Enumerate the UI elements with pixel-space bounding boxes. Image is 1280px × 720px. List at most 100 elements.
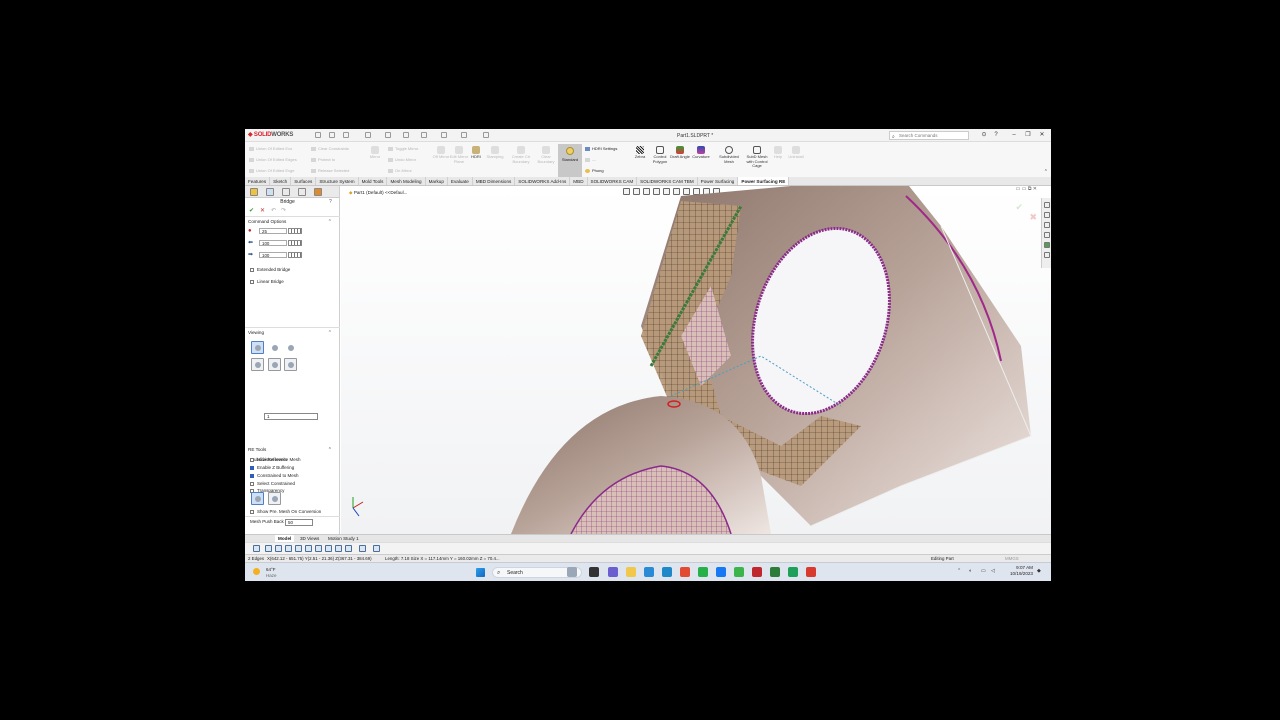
collapse-ribbon-icon[interactable]: ⌃ [1044, 169, 1048, 175]
display-mode-button[interactable] [268, 358, 281, 371]
appearances-icon[interactable] [1044, 242, 1050, 248]
measure-icon[interactable] [373, 545, 380, 552]
extended-bridge-checkbox[interactable] [250, 268, 254, 272]
microphone-icon[interactable]: ◐ [969, 568, 972, 574]
app-icon[interactable] [734, 567, 744, 577]
ribbon-command[interactable]: Union Of Edited Exge [249, 168, 294, 173]
draft-angle-button[interactable]: Draft Angle [669, 146, 691, 160]
facebook-icon[interactable] [716, 567, 726, 577]
new-icon[interactable] [329, 132, 335, 138]
standard-button[interactable]: Standard [558, 144, 582, 177]
mesh-model[interactable] [341, 186, 1051, 534]
mesh-push-back-input[interactable]: 50 [285, 519, 313, 526]
view-tool-icon[interactable] [359, 545, 366, 552]
subdivision-levels-input[interactable]: 1 [264, 413, 318, 420]
minimize-button[interactable]: – [1009, 131, 1019, 140]
option-value-3[interactable]: 100 [259, 252, 287, 258]
close-button[interactable]: ✕ [1037, 131, 1047, 140]
phong-button[interactable]: Phong [585, 168, 604, 173]
whatsapp-icon[interactable] [698, 567, 708, 577]
view-tool-icon[interactable] [305, 545, 312, 552]
undo-icon[interactable]: ↶ [271, 207, 276, 214]
slider-2[interactable] [288, 240, 302, 246]
view-tool-icon[interactable] [295, 545, 302, 552]
tab-evaluate[interactable]: Evaluate [448, 177, 473, 185]
mirror-button[interactable]: Mirror [364, 146, 386, 160]
command-options-header[interactable]: Command Options ⌃ [248, 219, 332, 225]
show-pre-mesh-checkbox[interactable] [250, 510, 254, 514]
stamping-button[interactable]: Stamping [484, 146, 506, 160]
configuration-manager-icon[interactable] [282, 188, 290, 196]
design-library-icon[interactable] [1044, 212, 1050, 218]
view-tool-icon[interactable] [345, 545, 352, 552]
ribbon-command[interactable]: — [585, 157, 596, 162]
app-icon[interactable] [788, 567, 798, 577]
graphics-viewport[interactable]: ◆ Part1 (Default) <<Defaul... ▭ ▭ ⧉ ✕ ✔ … [341, 186, 1051, 534]
confirm-corner-cancel[interactable]: ✖ [1029, 212, 1037, 223]
store-icon[interactable] [662, 567, 672, 577]
user-icon[interactable]: ⊙ [979, 131, 989, 140]
view-mode-button[interactable] [284, 341, 297, 354]
dimxpert-icon[interactable] [298, 188, 306, 196]
ribbon-command[interactable]: Release Selected [311, 168, 349, 173]
select-constrained-checkbox[interactable] [250, 482, 254, 486]
constrained-to-mesh-checkbox[interactable] [250, 474, 254, 478]
subdivided-mesh-button[interactable]: Subdivided Mesh [718, 146, 740, 164]
maximize-button[interactable]: ❐ [1023, 131, 1033, 140]
notification-icon[interactable]: ◆ [1037, 568, 1041, 574]
view-tool-icon[interactable] [253, 545, 260, 552]
undo-icon[interactable] [403, 132, 409, 138]
open-icon[interactable] [343, 132, 349, 138]
hide-reference-mesh-checkbox[interactable] [250, 458, 254, 462]
tab-features[interactable]: Features [245, 177, 271, 185]
chrome-icon[interactable] [680, 567, 690, 577]
view-tool-icon[interactable] [335, 545, 342, 552]
ok-button[interactable]: ✔ [249, 207, 254, 214]
display-manager-icon[interactable] [314, 188, 322, 196]
display-mode-button[interactable] [284, 358, 297, 371]
re-tool-button[interactable] [268, 492, 281, 505]
tab-power-surfacing[interactable]: Power Surfacing [698, 177, 739, 185]
hdri-settings-button[interactable]: HDRI Settings [585, 146, 617, 151]
view-tool-icon[interactable] [275, 545, 282, 552]
custom-properties-icon[interactable] [1044, 252, 1050, 258]
help-icon[interactable]: ? [991, 131, 1001, 140]
app-icon[interactable] [567, 567, 577, 577]
slider-3[interactable] [288, 252, 302, 258]
control-polygon-button[interactable]: Control Polygon [649, 146, 671, 164]
ribbon-command[interactable]: Clear Constraints [311, 146, 349, 151]
viewing-header[interactable]: Viewing ⌃ [248, 330, 332, 336]
volume-icon[interactable]: ◁ [991, 568, 995, 574]
ribbon-command[interactable]: Toggle Mirror [388, 146, 418, 151]
create-boundary-button[interactable]: Create Ctr Boundary [510, 146, 532, 164]
view-tool-icon[interactable] [315, 545, 322, 552]
ribbon-command[interactable]: On Mirror [388, 168, 412, 173]
redo-icon[interactable]: ↷ [281, 207, 286, 214]
option-value-1[interactable]: 25 [259, 228, 287, 234]
tab-mesh-modeling[interactable]: Mesh Modeling [387, 177, 426, 185]
solidworks-logo[interactable]: ◆ SOLIDWORKS [248, 131, 293, 138]
network-icon[interactable]: ▭ [981, 568, 986, 574]
display-mode-button[interactable] [251, 358, 264, 371]
app-icon[interactable] [770, 567, 780, 577]
property-manager-icon[interactable] [266, 188, 274, 196]
task-view-icon[interactable] [589, 567, 599, 577]
cancel-button[interactable]: ✕ [260, 207, 265, 214]
tab-sketch[interactable]: Sketch [270, 177, 292, 185]
confirm-corner-ok[interactable]: ✔ [1015, 202, 1023, 213]
search-commands-input[interactable]: ⌕ Search Commands [889, 131, 969, 140]
print-icon[interactable] [385, 132, 391, 138]
solidworks-taskbar-icon[interactable] [752, 567, 762, 577]
options-icon[interactable] [483, 132, 489, 138]
tab-markup[interactable]: Markup [426, 177, 448, 185]
app-icon[interactable] [806, 567, 816, 577]
view-tool-icon[interactable] [325, 545, 332, 552]
tab-power-surfacing-re[interactable]: Power Surfacing RE [738, 177, 790, 185]
tab-structure-system[interactable]: Structure System [316, 177, 359, 185]
clear-boundary-button[interactable]: Clear Boundary [535, 146, 557, 164]
tab-mold-tools[interactable]: Mold Tools [359, 177, 388, 185]
uninstall-button[interactable]: Uninstall [785, 146, 807, 160]
option-value-2[interactable]: 100 [259, 240, 287, 246]
ribbon-command[interactable]: Union Of Edited Exo [249, 146, 292, 151]
view-mode-button[interactable] [268, 341, 281, 354]
